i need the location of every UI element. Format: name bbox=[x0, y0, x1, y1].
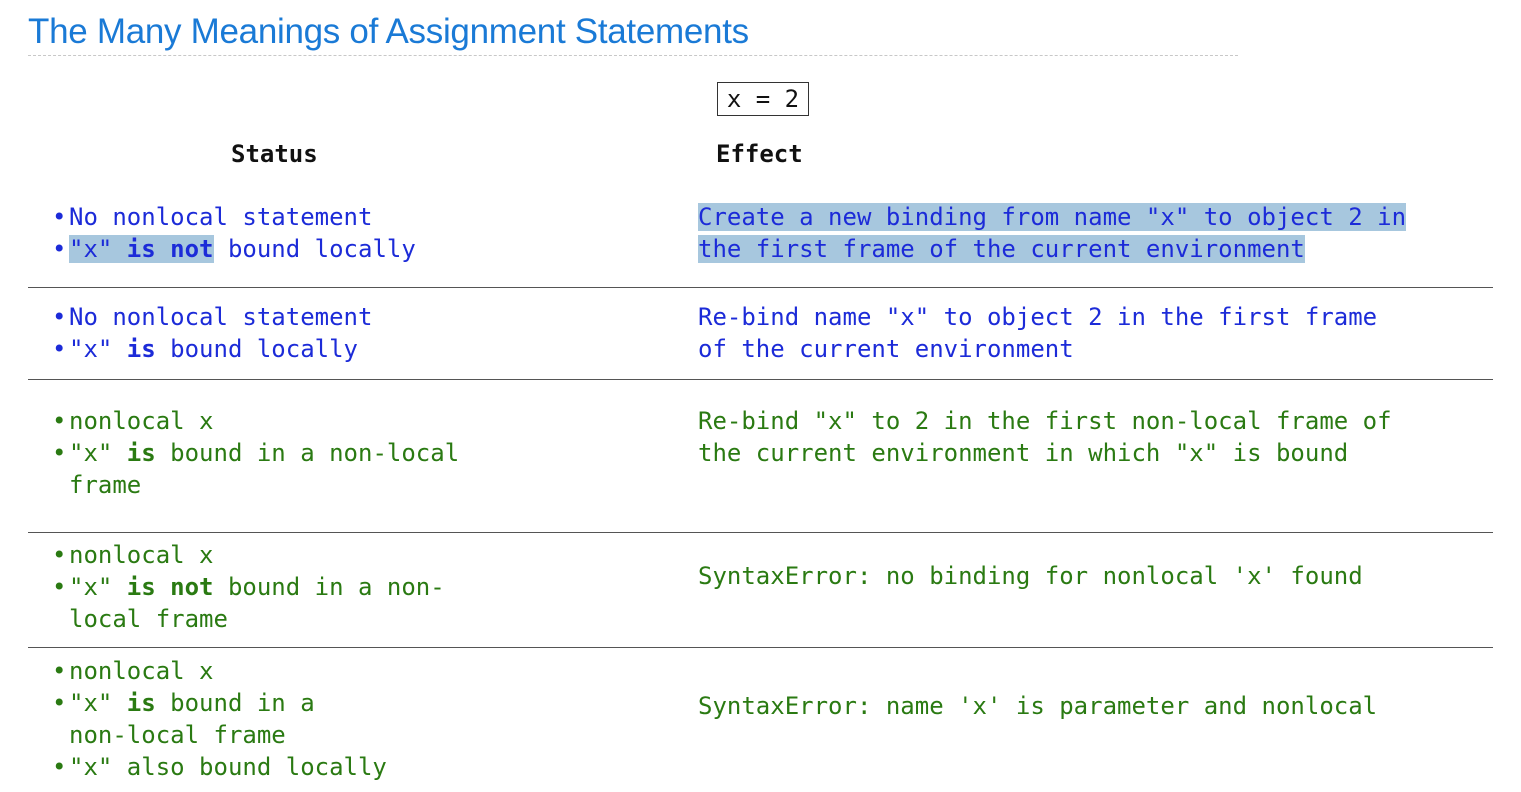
status-bullet-line: • No nonlocal statement bbox=[52, 203, 373, 231]
row-divider bbox=[28, 379, 1493, 380]
row-2-status: • No nonlocal statement • "x" is bound loc… bbox=[52, 301, 372, 365]
row-2-effect: Re-bind name "x" to object 2 in the firs… bbox=[698, 303, 1378, 363]
status-bullet-line: • nonlocal x bbox=[52, 657, 214, 685]
highlighted-effect-line: Create a new binding from name "x" to ob… bbox=[698, 203, 1407, 231]
row-divider bbox=[28, 287, 1493, 288]
status-continuation-line: frame bbox=[69, 471, 142, 499]
status-bullet-line: • "x" is not bound in a non- bbox=[52, 573, 445, 601]
effect-column-header: Effect bbox=[716, 140, 803, 168]
status-bullet-line: • "x" is bound locally bbox=[52, 335, 358, 363]
status-bullet-line: • "x" also bound locally bbox=[52, 753, 387, 781]
status-bullet-line: • "x" is bound in a non-local bbox=[52, 439, 460, 467]
row-5-status: • nonlocal x • "x" is bound in a non-local… bbox=[52, 655, 387, 783]
status-bullet-line: • "x" is not bound locally bbox=[52, 235, 416, 263]
row-4-effect: SyntaxError: no binding for nonlocal 'x'… bbox=[698, 562, 1363, 590]
status-continuation-line: non-local frame bbox=[69, 721, 286, 749]
row-1-effect: Create a new binding from name "x" to ob… bbox=[698, 201, 1407, 265]
highlighted-effect-line: the first frame of the current environme… bbox=[698, 235, 1305, 263]
row-divider bbox=[28, 532, 1493, 533]
status-bullet-line: • No nonlocal statement bbox=[52, 303, 373, 331]
row-4-status: • nonlocal x • "x" is not bound in a non- … bbox=[52, 539, 445, 635]
row-3-status: • nonlocal x • "x" is bound in a non-local… bbox=[52, 405, 459, 501]
title-divider bbox=[28, 55, 1238, 56]
status-bullet-line: • nonlocal x bbox=[52, 541, 214, 569]
status-column-header: Status bbox=[231, 140, 318, 168]
status-continuation-line: local frame bbox=[69, 605, 228, 633]
status-bullet-line: • "x" is bound in a bbox=[52, 689, 315, 717]
row-divider bbox=[28, 647, 1493, 648]
page-title: The Many Meanings of Assignment Statemen… bbox=[28, 12, 749, 51]
row-3-effect: Re-bind "x" to 2 in the first non-local … bbox=[698, 407, 1392, 467]
highlighted-phrase: "x" is not bbox=[69, 235, 214, 263]
status-bullet-line: • nonlocal x bbox=[52, 407, 214, 435]
row-5-effect: SyntaxError: name 'x' is parameter and n… bbox=[698, 692, 1378, 720]
row-1-status: • No nonlocal statement • "x" is not bound… bbox=[52, 201, 416, 265]
code-statement-box: x = 2 bbox=[717, 82, 809, 116]
